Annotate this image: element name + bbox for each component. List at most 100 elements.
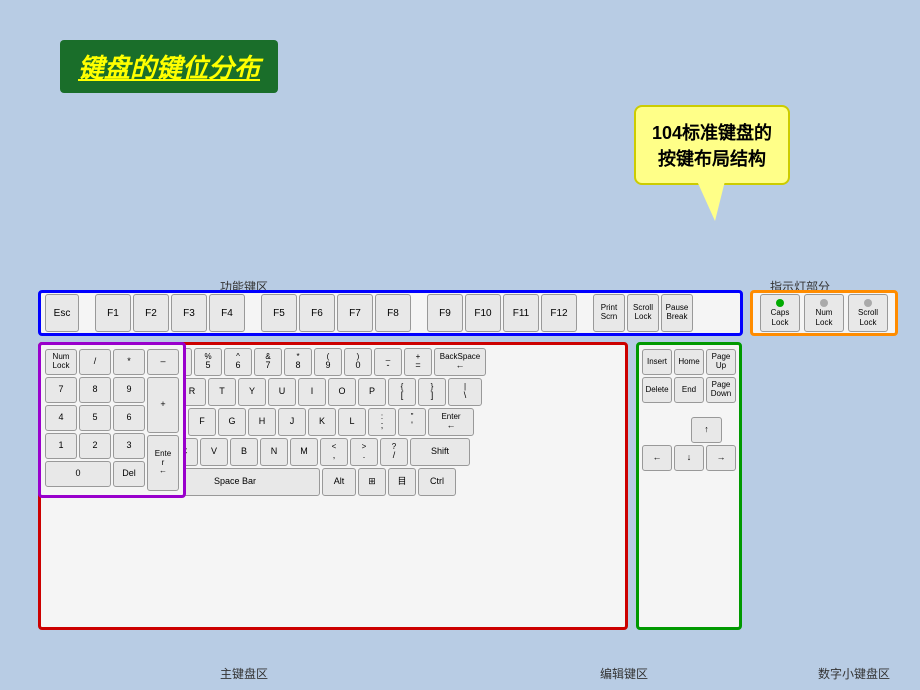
func-key-F2[interactable]: F2 xyxy=(133,294,169,332)
title-box: 键盘的键位分布 xyxy=(60,40,278,93)
main-key-j[interactable]: J xyxy=(278,408,306,436)
main-key-;[interactable]: :; xyxy=(368,408,396,436)
main-key-shift[interactable]: Shift xyxy=(410,438,470,466)
edit-key-left[interactable]: ← xyxy=(642,445,672,471)
main-key-[[interactable]: {[ xyxy=(388,378,416,406)
func-key-F4[interactable]: F4 xyxy=(209,294,245,332)
numpad-key-0[interactable]: 0 xyxy=(45,461,111,487)
edit-key-right[interactable]: → xyxy=(706,445,736,471)
main-key-\[interactable]: |\ xyxy=(448,378,482,406)
numpad-key-3[interactable]: 3 xyxy=(113,433,145,459)
numpad-key-numlock[interactable]: NumLock xyxy=(45,349,77,375)
edit-key-down[interactable]: ↓ xyxy=(674,445,704,471)
main-key-5[interactable]: %5 xyxy=(194,348,222,376)
main-key-7[interactable]: &7 xyxy=(254,348,282,376)
numpad-key-del[interactable]: Del xyxy=(113,461,145,487)
func-key-F6[interactable]: F6 xyxy=(299,294,335,332)
main-key-o[interactable]: O xyxy=(328,378,356,406)
edit-key-end[interactable]: End xyxy=(674,377,704,403)
numpad-key-4[interactable]: 4 xyxy=(45,405,77,431)
main-key-t[interactable]: T xyxy=(208,378,236,406)
main-key-l[interactable]: L xyxy=(338,408,366,436)
func-key-ScrollLock[interactable]: ScrollLock xyxy=(627,294,659,332)
label-edit-area: 编辑键区 xyxy=(600,665,648,682)
main-key-g[interactable]: G xyxy=(218,408,246,436)
func-key-F9[interactable]: F9 xyxy=(427,294,463,332)
main-key-m[interactable]: M xyxy=(290,438,318,466)
numpad-key-5[interactable]: 5 xyxy=(79,405,111,431)
indicator-scroll-lock: ScrollLock xyxy=(848,294,888,332)
numpad-key-2[interactable]: 2 xyxy=(79,433,111,459)
main-key-目[interactable]: 目 xyxy=(388,468,416,496)
main-key-h[interactable]: H xyxy=(248,408,276,436)
callout-line2: 按键布局结构 xyxy=(652,145,772,171)
func-key-PauseBreak[interactable]: PauseBreak xyxy=(661,294,693,332)
function-row: Esc F1F2F3F4 F5F6F7F8 F9F10F11F12 PrintScrnS… xyxy=(38,290,743,336)
edit-key-page[interactable]: PageUp xyxy=(706,349,736,375)
main-key-.[interactable]: >. xyxy=(350,438,378,466)
main-key-/[interactable]: ?/ xyxy=(380,438,408,466)
key-gap xyxy=(81,294,93,332)
func-key-F1[interactable]: F1 xyxy=(95,294,131,332)
main-key-8[interactable]: *8 xyxy=(284,348,312,376)
indicator-num-lock: NumLock xyxy=(804,294,844,332)
main-key-v[interactable]: V xyxy=(200,438,228,466)
edit-key-delete[interactable]: Delete xyxy=(642,377,672,403)
main-key-9[interactable]: (9 xyxy=(314,348,342,376)
main-key-][interactable]: }] xyxy=(418,378,446,406)
numpad-key-enter[interactable]: Enter← xyxy=(147,435,179,491)
main-key-,[interactable]: <, xyxy=(320,438,348,466)
numpad-key-*[interactable]: * xyxy=(113,349,145,375)
callout-tail xyxy=(697,181,725,221)
func-key-F3[interactable]: F3 xyxy=(171,294,207,332)
func-key-F7[interactable]: F7 xyxy=(337,294,373,332)
func-key-Esc[interactable]: Esc xyxy=(45,294,79,332)
main-key-i[interactable]: I xyxy=(298,378,326,406)
main-key-alt[interactable]: Alt xyxy=(322,468,356,496)
main-key-p[interactable]: P xyxy=(358,378,386,406)
numpad-key-9[interactable]: 9 xyxy=(113,377,145,403)
key-gap xyxy=(247,294,259,332)
func-key-F8[interactable]: F8 xyxy=(375,294,411,332)
main-key-=[interactable]: += xyxy=(404,348,432,376)
func-key-F5[interactable]: F5 xyxy=(261,294,297,332)
edit-key-page[interactable]: PageDown xyxy=(706,377,736,403)
numpad-key-plus[interactable]: + xyxy=(147,377,179,433)
main-key-6[interactable]: ^6 xyxy=(224,348,252,376)
func-key-F10[interactable]: F10 xyxy=(465,294,501,332)
numpad-key-7[interactable]: 7 xyxy=(45,377,77,403)
numpad-key-6[interactable]: 6 xyxy=(113,405,145,431)
key-gap xyxy=(413,294,425,332)
main-key-'[interactable]: "' xyxy=(398,408,426,436)
keyboard-wrap: EscF1F2F3F4F5F6F7F8F9F10F11F12PrintScrnS… xyxy=(38,290,898,630)
numpad-key-1[interactable]: 1 xyxy=(45,433,77,459)
func-key-F12[interactable]: F12 xyxy=(541,294,577,332)
edit-key-insert[interactable]: Insert xyxy=(642,349,672,375)
label-numpad-area: 数字小键盘区 xyxy=(818,665,890,682)
main-key-n[interactable]: N xyxy=(260,438,288,466)
main-key-⊞[interactable]: ⊞ xyxy=(358,468,386,496)
callout-line1: 104标准键盘的 xyxy=(652,119,772,145)
edit-key-up[interactable]: ↑ xyxy=(691,417,722,443)
main-key-b[interactable]: B xyxy=(230,438,258,466)
numpad-key-8[interactable]: 8 xyxy=(79,377,111,403)
func-key-PrintScrn[interactable]: PrintScrn xyxy=(593,294,625,332)
numpad-key-/[interactable]: / xyxy=(79,349,111,375)
main-key-←[interactable]: Enter← xyxy=(428,408,474,436)
edit-key-home[interactable]: Home xyxy=(674,349,704,375)
numpad-key-–[interactable]: – xyxy=(147,349,179,375)
indicator-section: CapsLockNumLockScrollLock xyxy=(750,290,898,336)
indicator-caps-lock: CapsLock xyxy=(760,294,800,332)
numpad-middle: 789 456 1230Del +Enter← xyxy=(45,377,179,491)
main-key-y[interactable]: Y xyxy=(238,378,266,406)
main-key-k[interactable]: K xyxy=(308,408,336,436)
main-key-f[interactable]: F xyxy=(188,408,216,436)
main-key-u[interactable]: U xyxy=(268,378,296,406)
main-key-ctrl[interactable]: Ctrl xyxy=(418,468,456,496)
main-key--[interactable]: _- xyxy=(374,348,402,376)
func-key-F11[interactable]: F11 xyxy=(503,294,539,332)
main-key-0[interactable]: )0 xyxy=(344,348,372,376)
main-key-←[interactable]: BackSpace← xyxy=(434,348,486,376)
key-gap xyxy=(579,294,591,332)
callout-box: 104标准键盘的 按键布局结构 xyxy=(634,105,790,185)
